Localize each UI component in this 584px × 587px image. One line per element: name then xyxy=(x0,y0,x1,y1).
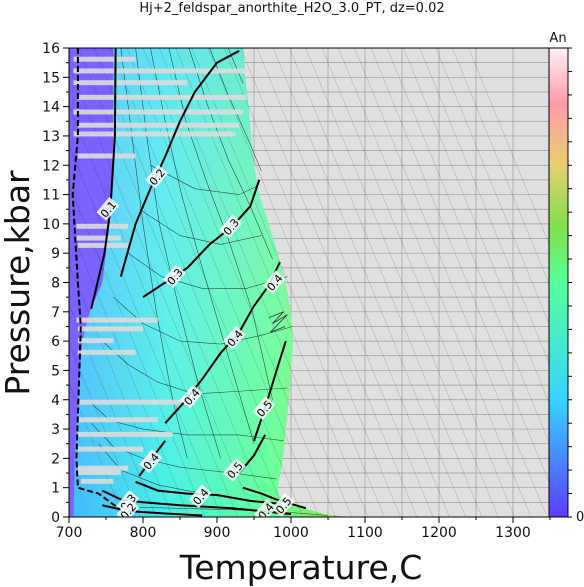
gap-band xyxy=(77,122,240,128)
x-tick-label: 1000 xyxy=(273,525,309,541)
y-tick-label: 15 xyxy=(42,70,60,86)
y-axis-label: Pressure,kbar xyxy=(0,170,37,396)
y-tick-label: 16 xyxy=(42,41,60,57)
gap-band xyxy=(76,235,121,241)
gap-band xyxy=(77,94,247,100)
y-axis: 012345678910111213141516 xyxy=(42,41,69,526)
y-tick-label: 13 xyxy=(42,129,60,145)
gap-band xyxy=(77,349,136,355)
y-tick-label: 7 xyxy=(51,305,60,321)
y-tick-label: 12 xyxy=(42,158,60,174)
colorbar-ticks xyxy=(568,47,572,518)
y-tick-label: 8 xyxy=(51,276,60,292)
y-tick-label: 2 xyxy=(51,451,60,467)
gap-band xyxy=(77,399,195,405)
x-tick-label: 800 xyxy=(130,525,157,541)
chart-title: Hj+2_feldspar_anorthite_H2O_3.0_PT, dz=0… xyxy=(139,1,444,16)
y-tick-label: 0 xyxy=(51,510,60,526)
y-tick-label: 3 xyxy=(51,422,60,438)
colorbar xyxy=(548,47,569,518)
gap-band xyxy=(77,242,129,248)
gap-band xyxy=(73,131,236,137)
gap-band xyxy=(77,417,158,423)
gap-band xyxy=(77,153,136,159)
gap-band xyxy=(73,56,136,62)
colorbar-min-label: 0 xyxy=(576,510,584,525)
y-tick-label: 4 xyxy=(51,393,60,409)
y-tick-label: 6 xyxy=(51,334,60,350)
x-tick-label: 1300 xyxy=(495,525,531,541)
colorbar-label: An xyxy=(549,31,566,46)
gap-band xyxy=(73,80,188,86)
gap-band xyxy=(77,446,143,452)
gap-band xyxy=(77,431,173,437)
gap-band xyxy=(77,470,121,476)
x-axis: 700 800 900 1000 1100 1200 1300 xyxy=(56,517,551,541)
gap-band xyxy=(73,68,247,74)
gap-band xyxy=(80,478,114,484)
gap-band xyxy=(73,109,243,115)
gap-band xyxy=(77,326,143,332)
gap-band xyxy=(77,465,129,471)
y-tick-label: 1 xyxy=(51,481,60,497)
y-tick-label: 11 xyxy=(42,188,60,204)
x-tick-label: 900 xyxy=(204,525,231,541)
gap-band xyxy=(76,223,129,229)
y-tick-label: 5 xyxy=(51,363,60,379)
gap-band xyxy=(76,317,158,323)
x-axis-label: Temperature,C xyxy=(179,548,423,587)
y-tick-label: 9 xyxy=(51,246,60,262)
x-tick-label: 1100 xyxy=(347,525,383,541)
y-tick-label: 10 xyxy=(42,217,60,233)
x-tick-label: 1200 xyxy=(421,525,457,541)
x-tick-label: 700 xyxy=(56,525,83,541)
chart: Hj+2_feldspar_anorthite_H2O_3.0_PT, dz=0… xyxy=(0,1,584,587)
y-tick-label: 14 xyxy=(42,100,60,116)
gap-band xyxy=(77,338,114,344)
